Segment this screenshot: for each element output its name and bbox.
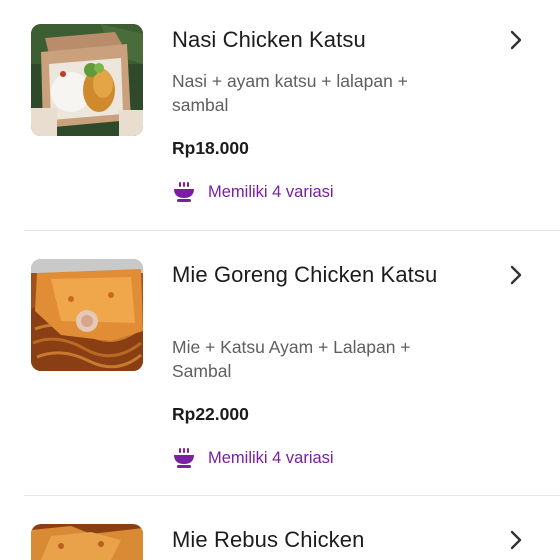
chevron-right-icon[interactable] bbox=[506, 528, 526, 552]
menu-item-description: Mie + Katsu Ayam + Lalapan + Sambal bbox=[172, 337, 411, 381]
variant-count-label: Memiliki 4 variasi bbox=[208, 182, 334, 201]
food-photo-nasi-chicken-katsu bbox=[31, 24, 143, 136]
menu-item-price: Rp18.000 bbox=[172, 138, 249, 158]
food-photo-mie-goreng-chicken-katsu bbox=[31, 259, 143, 371]
menu-item[interactable]: Mie Goreng Chicken Katsu Mie + Katsu Aya… bbox=[0, 231, 560, 495]
chevron-right-icon[interactable] bbox=[506, 263, 526, 287]
menu-item[interactable]: Nasi Chicken Katsu Nasi + ayam katsu + l… bbox=[0, 0, 560, 230]
menu-item-title: Mie Goreng Chicken Katsu bbox=[172, 262, 438, 287]
menu-item-title: Nasi Chicken Katsu bbox=[172, 27, 366, 52]
variant-info[interactable]: Memiliki 4 variasi bbox=[172, 445, 334, 471]
menu-item[interactable]: Mie Rebus Chicken bbox=[0, 496, 560, 560]
food-photo-mie-rebus-chicken bbox=[31, 524, 143, 560]
variant-count-label: Memiliki 4 variasi bbox=[208, 448, 334, 467]
chevron-right-icon[interactable] bbox=[506, 28, 526, 52]
menu-item-price: Rp22.000 bbox=[172, 404, 249, 424]
variant-info[interactable]: Memiliki 4 variasi bbox=[172, 179, 334, 205]
bowl-icon bbox=[174, 448, 194, 468]
menu-item-title: Mie Rebus Chicken bbox=[172, 527, 365, 552]
menu-item-description: Nasi + ayam katsu + lalapan + sambal bbox=[172, 71, 408, 115]
bowl-icon bbox=[174, 182, 194, 202]
